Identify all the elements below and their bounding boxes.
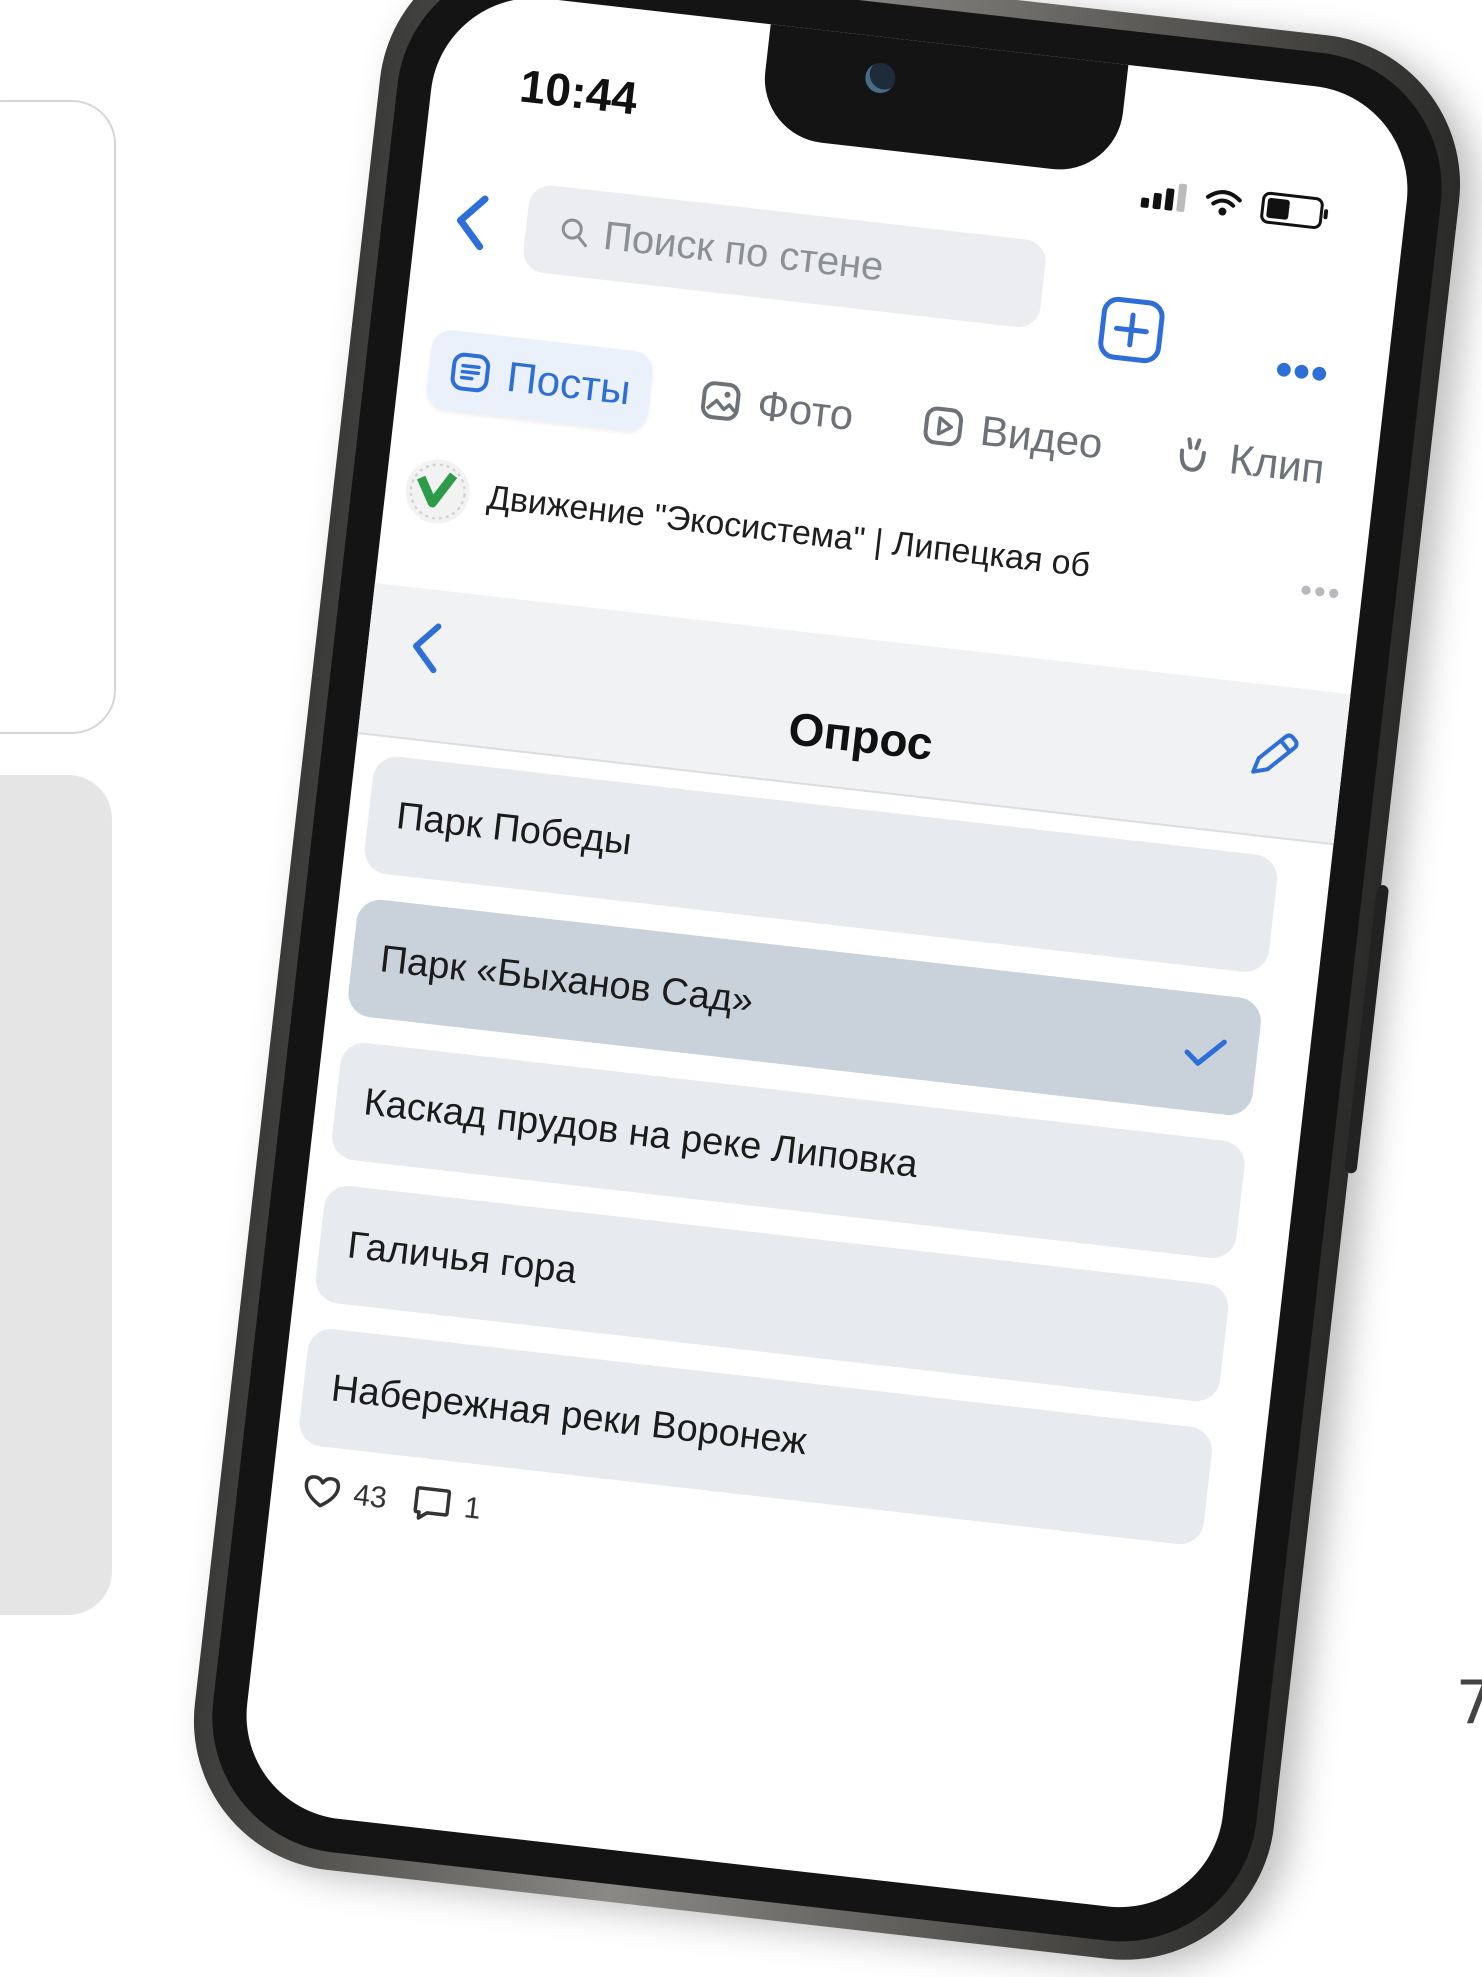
community-more-button[interactable]: ••• — [1298, 570, 1344, 613]
list-icon — [450, 352, 491, 393]
play-icon — [924, 406, 964, 447]
tab-clips[interactable]: Клип — [1148, 410, 1349, 511]
tab-label: Видео — [977, 406, 1106, 468]
info-card: ь — [0, 100, 116, 734]
photo-icon — [700, 381, 741, 421]
community-name: Движение "Экосистема" | Липецкая об — [485, 477, 1093, 585]
like-button[interactable]: 43 — [300, 1472, 389, 1517]
page-number: 7 — [1455, 1668, 1482, 1738]
signal-icon — [1140, 179, 1188, 213]
tab-label: Клип — [1227, 435, 1327, 493]
back-chevron-icon[interactable] — [449, 190, 496, 254]
pencil-icon[interactable] — [1240, 723, 1306, 789]
comment-icon — [413, 1486, 452, 1520]
poll-option-label: Парк Победы — [394, 794, 634, 864]
comment-button[interactable]: 1 — [410, 1483, 483, 1529]
poll-option-label: Набережная реки Воронеж — [329, 1366, 809, 1463]
clips-icon — [1179, 437, 1207, 472]
tab-posts[interactable]: Посты — [425, 328, 655, 433]
search-placeholder: Поиск по стене — [601, 213, 886, 289]
status-time: 10:44 — [517, 59, 641, 125]
heart-icon — [304, 1475, 341, 1508]
tab-label: Фото — [754, 381, 857, 439]
status-icons — [1140, 177, 1325, 230]
community-logo — [402, 456, 474, 527]
tab-photo[interactable]: Фото — [675, 357, 877, 459]
poll-option-label: Парк «Быханов Сад» — [378, 937, 756, 1022]
add-post-icon[interactable] — [1095, 293, 1168, 366]
poll-options: Парк Победы Парк «Быханов Сад» Каскад пр… — [294, 754, 1280, 1572]
comments-count: 1 — [462, 1491, 483, 1526]
poll-option-label: Галичья гора — [345, 1223, 579, 1292]
battery-icon — [1259, 191, 1325, 230]
checkmark-icon — [1184, 1039, 1227, 1066]
search-icon — [558, 216, 591, 249]
more-menu-button[interactable]: ••• — [1272, 342, 1331, 403]
phone-mockup: 10:44 Поиск по стене ••• Посты Фото Виде… — [177, 0, 1477, 1976]
likes-count: 43 — [351, 1478, 389, 1516]
tab-video[interactable]: Видео — [899, 382, 1127, 486]
phone-screen: 10:44 Поиск по стене ••• Посты Фото Виде… — [235, 0, 1419, 1919]
tab-label: Посты — [504, 352, 634, 414]
info-card-gray — [0, 775, 112, 1615]
poll-option-label: Каскад прудов на реке Липовка — [361, 1080, 920, 1186]
search-input[interactable]: Поиск по стене — [521, 183, 1048, 330]
wifi-icon — [1205, 190, 1242, 216]
